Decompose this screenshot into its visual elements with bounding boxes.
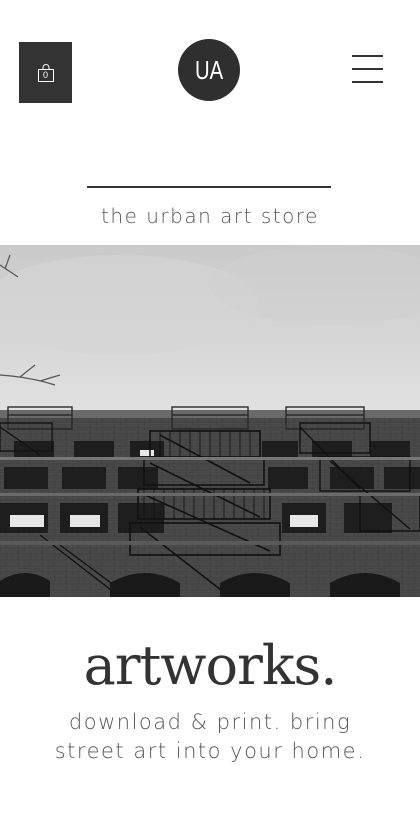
shopping-bag-icon: 0 — [36, 63, 56, 83]
headline: artworks. — [83, 634, 338, 697]
subtext-line-2: street art into your home. — [54, 739, 366, 763]
subtext: download & print. bring street art into … — [0, 708, 420, 766]
cart-button[interactable]: 0 — [19, 42, 72, 103]
divider — [87, 186, 331, 188]
hamburger-menu-button[interactable] — [352, 53, 384, 85]
menu-line-icon — [352, 81, 383, 83]
cart-count: 0 — [42, 69, 48, 80]
site-header: 0 UA — [0, 0, 420, 140]
subtext-line-1: download & print. bring — [68, 710, 352, 734]
building-fire-escape-photo — [0, 245, 420, 597]
tagline: the urban art store — [101, 204, 319, 228]
menu-line-icon — [352, 68, 383, 70]
logo-text: UA — [194, 54, 224, 85]
hero-image — [0, 245, 420, 597]
logo[interactable]: UA — [178, 39, 240, 101]
menu-line-icon — [352, 55, 383, 57]
